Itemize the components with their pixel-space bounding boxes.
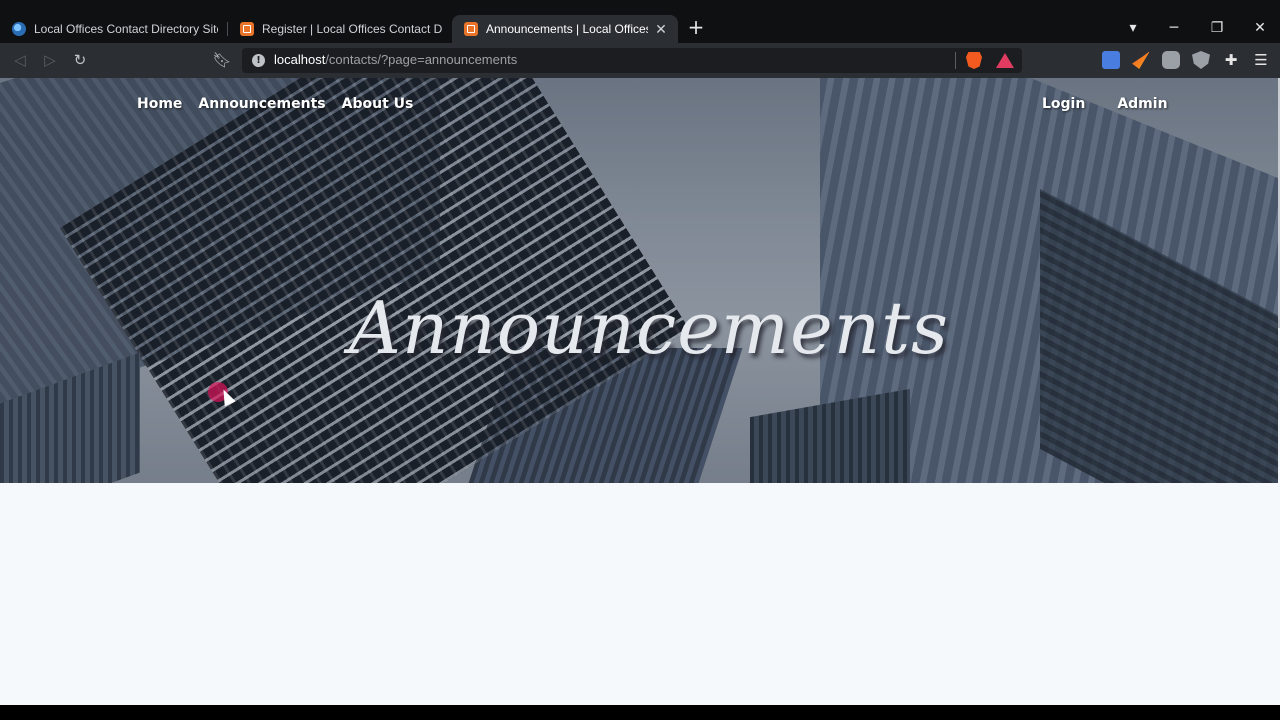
xampp-icon: [464, 22, 478, 36]
page-viewport: Home Announcements About Us Login Admin …: [0, 78, 1280, 705]
main-nav: Home Announcements About Us: [137, 92, 429, 116]
nav-announcements-link[interactable]: Announcements: [198, 92, 325, 116]
brave-shields-icon[interactable]: [966, 52, 982, 69]
tab-register[interactable]: Register | Local Offices Contact Directo: [228, 15, 452, 43]
tab-title: Register | Local Offices Contact Directo: [262, 22, 442, 36]
browser-tab-strip: Local Offices Contact Directory Site us …: [0, 0, 1280, 43]
swift-extension-icon[interactable]: [1132, 51, 1150, 69]
new-tab-button[interactable]: +: [686, 17, 706, 37]
shield-extension-icon[interactable]: [1192, 51, 1210, 69]
close-window-button[interactable]: ✕: [1245, 14, 1275, 42]
address-bar[interactable]: ! localhost/contacts/?page=announcements: [242, 48, 1022, 73]
xampp-icon: [240, 22, 254, 36]
hero-overlay: [0, 78, 1278, 483]
extensions-puzzle-icon[interactable]: ✚: [1217, 43, 1245, 78]
url-path: /contacts/?page=announcements: [325, 52, 518, 67]
taskbar-strip: [0, 705, 1280, 720]
tab-title: Local Offices Contact Directory Site us: [34, 22, 218, 36]
tab-search-icon[interactable]: ▾: [1118, 14, 1148, 42]
auth-nav: Login Admin: [1042, 92, 1200, 116]
tab-local-offices[interactable]: Local Offices Contact Directory Site us: [0, 15, 228, 43]
nav-about-link[interactable]: About Us: [342, 92, 414, 116]
menu-icon[interactable]: ☰: [1247, 43, 1275, 78]
restore-button[interactable]: ❐: [1202, 14, 1232, 42]
hero-banner: Home Announcements About Us Login Admin …: [0, 78, 1278, 483]
nav-login-link[interactable]: Login: [1042, 92, 1085, 116]
url-text[interactable]: localhost/contacts/?page=announcements: [274, 52, 517, 67]
url-divider: [955, 52, 956, 69]
site-info-icon[interactable]: !: [252, 54, 265, 67]
forward-icon[interactable]: ▷: [36, 43, 64, 78]
url-host: localhost: [274, 52, 326, 67]
page-title: Announcements: [349, 286, 949, 370]
tab-title: Announcements | Local Offices Co: [486, 22, 648, 36]
camera-extension-icon[interactable]: [1162, 51, 1180, 69]
bookmark-icon[interactable]: 🔖︎: [208, 43, 236, 78]
brave-rewards-icon[interactable]: [996, 53, 1014, 68]
nav-admin-link[interactable]: Admin: [1117, 92, 1167, 116]
reload-icon[interactable]: ↻: [66, 43, 94, 78]
close-tab-icon[interactable]: ✕: [654, 21, 668, 38]
translate-extension-icon[interactable]: [1102, 51, 1120, 69]
nav-home-link[interactable]: Home: [137, 92, 182, 116]
back-icon[interactable]: ◁: [6, 43, 34, 78]
minimize-button[interactable]: ─: [1159, 14, 1189, 42]
globe-icon: [12, 22, 26, 36]
tab-announcements[interactable]: Announcements | Local Offices Co ✕: [452, 15, 678, 43]
browser-toolbar: ◁ ▷ ↻ 🔖︎ ! localhost/contacts/?page=anno…: [0, 43, 1280, 78]
